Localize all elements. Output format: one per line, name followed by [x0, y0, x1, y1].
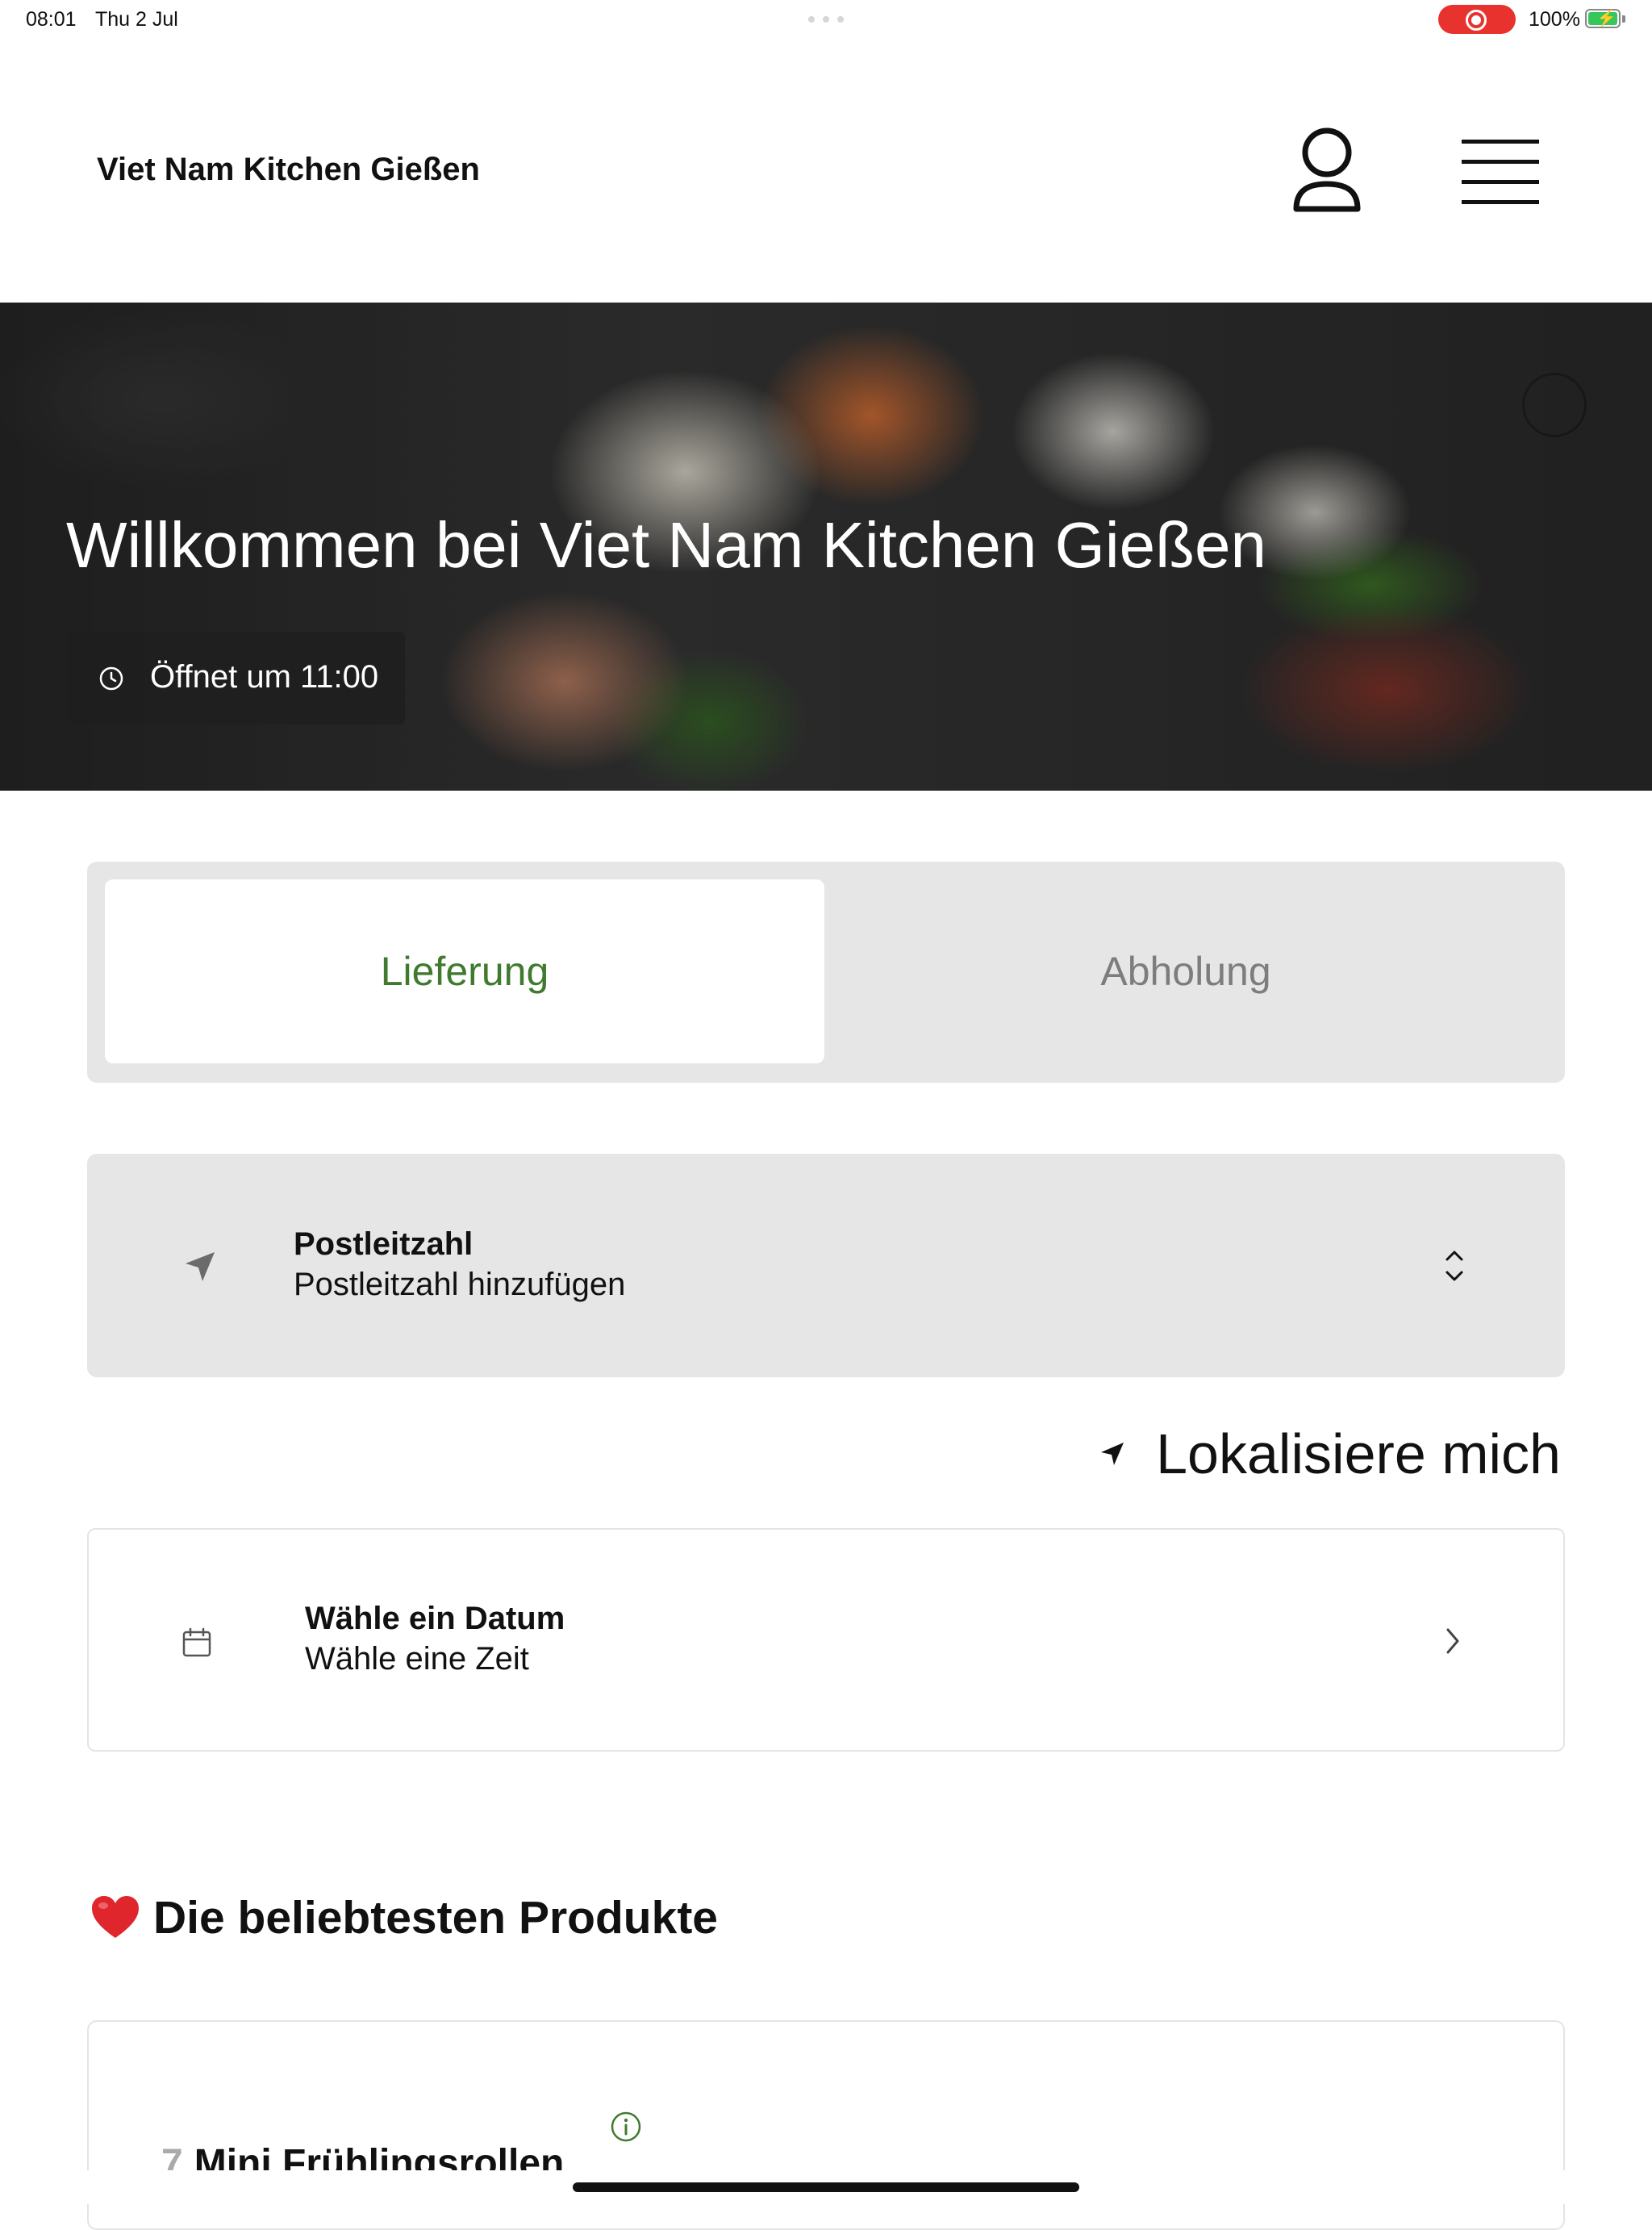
- hamburger-menu-icon[interactable]: [1460, 137, 1541, 210]
- calendar-icon: [182, 1627, 211, 1657]
- hero-banner: Willkommen bei Viet Nam Kitchen Gießen Ö…: [0, 303, 1652, 791]
- home-indicator[interactable]: [573, 2182, 1079, 2192]
- location-arrow-icon: [1101, 1443, 1124, 1465]
- opening-hours-chip: Öffnet um 11:00: [66, 632, 405, 725]
- order-mode-toggle: Lieferung Abholung: [87, 862, 1565, 1083]
- status-date: Thu 2 Jul: [95, 8, 178, 31]
- tab-pickup[interactable]: Abholung: [826, 879, 1546, 1063]
- time-subtitle: Wähle eine Zeit: [305, 1641, 529, 1677]
- heart-icon: [92, 1896, 139, 1938]
- postal-code-title: Postleitzahl: [294, 1226, 473, 1262]
- locate-me-button[interactable]: Lokalisiere mich: [1098, 1422, 1561, 1486]
- screen-recording-icon[interactable]: [1438, 5, 1516, 34]
- postal-code-selector[interactable]: Postleitzahl Postleitzahl hinzufügen: [87, 1154, 1565, 1377]
- navigation-arrow-icon: [186, 1252, 215, 1281]
- status-time: 08:01: [26, 8, 77, 31]
- battery-icon: ⚡: [1585, 9, 1625, 28]
- opening-hours-label: Öffnet um 11:00: [150, 659, 379, 695]
- chevron-up-down-icon: [1446, 1251, 1463, 1281]
- popular-products-heading: Die beliebtesten Produkte: [90, 1891, 718, 1944]
- clock-icon: [99, 666, 123, 691]
- brand-name[interactable]: Viet Nam Kitchen Gießen: [97, 152, 480, 188]
- chevron-right-icon: [1446, 1628, 1459, 1654]
- site-header: Viet Nam Kitchen Gießen: [0, 40, 1652, 303]
- postal-code-placeholder: Postleitzahl hinzufügen: [294, 1267, 626, 1302]
- date-title: Wähle ein Datum: [305, 1601, 565, 1636]
- hero-title: Willkommen bei Viet Nam Kitchen Gießen: [66, 509, 1266, 581]
- multitasking-dots-icon[interactable]: [808, 16, 844, 23]
- tab-delivery[interactable]: Lieferung: [105, 879, 824, 1063]
- status-bar: 08:01 Thu 2 Jul 100% ⚡: [0, 0, 1652, 40]
- info-icon[interactable]: [610, 2111, 642, 2143]
- date-time-selector[interactable]: Wähle ein Datum Wähle eine Zeit: [87, 1528, 1565, 1752]
- user-icon[interactable]: [1287, 125, 1367, 222]
- battery-percentage: 100%: [1529, 8, 1580, 31]
- popular-products-title: Die beliebtesten Produkte: [153, 1892, 719, 1944]
- halal-badge-icon: [1522, 373, 1587, 437]
- locate-me-label: Lokalisiere mich: [1156, 1422, 1561, 1485]
